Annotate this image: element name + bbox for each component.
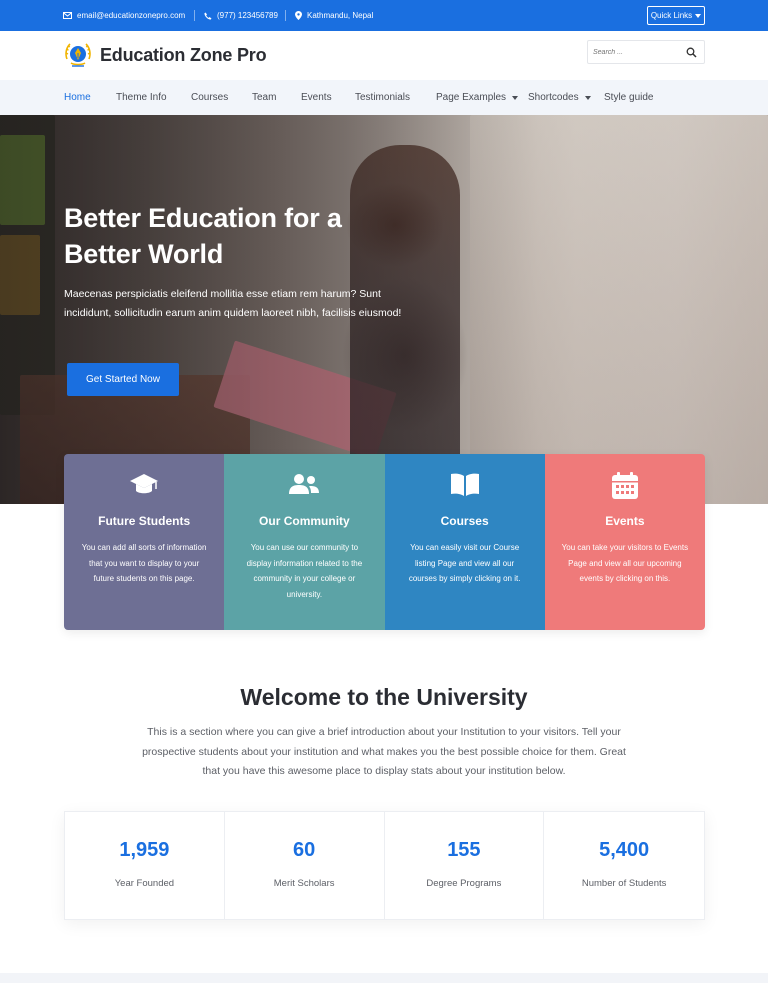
top-bar: email@educationzonepro.com (977) 1234567… xyxy=(0,0,768,31)
card-text: You can use our community to display inf… xyxy=(246,543,363,599)
card-title: Courses xyxy=(440,514,489,528)
nav-label: Home xyxy=(64,92,91,103)
phone-text: (977) 123456789 xyxy=(217,11,278,20)
nav-label: Theme Info xyxy=(116,92,167,103)
search-box xyxy=(587,40,705,64)
card-events[interactable]: Events You can take your visitors to Eve… xyxy=(544,454,705,630)
location-info: Kathmandu, Nepal xyxy=(295,0,373,31)
stat-item: 1,959 Year Founded xyxy=(65,812,225,919)
nav-label: Shortcodes xyxy=(528,92,579,103)
main-nav: Home Theme Info Courses Team Events Test… xyxy=(0,80,768,115)
stat-value: 1,959 xyxy=(119,839,170,861)
chevron-down-icon xyxy=(512,95,519,100)
feature-cards: Future Students You can add all sorts of… xyxy=(64,454,705,630)
nav-label: Courses xyxy=(191,92,229,103)
section-intro: This is a section where you can give a b… xyxy=(142,726,626,777)
stat-value: 155 xyxy=(447,839,481,861)
nav-item-page-examples[interactable]: Page Examples xyxy=(436,80,519,115)
email-info[interactable]: email@educationzonepro.com xyxy=(63,0,185,31)
book-icon xyxy=(450,473,479,496)
nav-item-team[interactable]: Team xyxy=(252,80,276,115)
location-text: Kathmandu, Nepal xyxy=(307,11,374,20)
stat-label: Merit Scholars xyxy=(273,878,335,889)
graduation-cap-icon xyxy=(130,474,159,494)
nav-label: Events xyxy=(301,92,332,103)
card-future-students[interactable]: Future Students You can add all sorts of… xyxy=(64,454,225,630)
hero-banner: Better Education for a Better World Maec… xyxy=(0,115,768,504)
users-icon xyxy=(289,474,320,494)
stat-value: 60 xyxy=(293,839,316,861)
nav-label: Page Examples xyxy=(436,92,507,103)
nav-label: Team xyxy=(252,92,277,103)
chevron-down-icon xyxy=(584,95,591,100)
calendar-icon xyxy=(611,472,638,499)
nav-item-shortcodes[interactable]: Shortcodes xyxy=(528,80,591,115)
search-input[interactable] xyxy=(593,48,683,56)
get-started-button[interactable]: Get Started Now xyxy=(67,363,179,396)
email-text: email@educationzonepro.com xyxy=(77,11,186,20)
card-title: Future Students xyxy=(98,514,191,528)
logo-icon[interactable] xyxy=(62,39,94,71)
nav-item-testimonials[interactable]: Testimonials xyxy=(355,80,410,115)
phone-info[interactable]: (977) 123456789 xyxy=(204,0,278,31)
stat-item: 5,400 Number of Students xyxy=(544,812,704,919)
card-text: You can easily visit our Course listing … xyxy=(408,543,521,583)
stats-panel: 1,959 Year Founded 60 Merit Scholars 155… xyxy=(64,811,705,920)
site-header: Education Zone Pro xyxy=(0,31,768,80)
card-text: You can take your visitors to Events Pag… xyxy=(561,543,689,583)
nav-item-events[interactable]: Events xyxy=(301,80,332,115)
divider xyxy=(285,10,286,21)
stat-label: Degree Programs xyxy=(426,878,502,889)
stat-item: 155 Degree Programs xyxy=(385,812,545,919)
quick-links-button[interactable]: Quick Links xyxy=(647,6,705,25)
card-title: Events xyxy=(605,514,645,528)
nav-item-courses[interactable]: Courses xyxy=(191,80,228,115)
site-title[interactable]: Education Zone Pro xyxy=(100,45,267,66)
section-title: Welcome to the University xyxy=(240,684,528,710)
chevron-down-icon xyxy=(695,13,702,18)
nav-item-style-guide[interactable]: Style guide xyxy=(604,80,653,115)
phone-icon xyxy=(204,12,212,20)
quick-links-label: Quick Links xyxy=(650,11,693,20)
stat-label: Number of Students xyxy=(581,878,667,889)
map-pin-icon xyxy=(295,11,302,20)
hero-text: Maecenas perspiciatis eleifend mollitia … xyxy=(64,288,402,319)
search-icon[interactable] xyxy=(686,47,697,58)
stat-label: Year Founded xyxy=(114,878,175,889)
card-courses[interactable]: Courses You can easily visit our Course … xyxy=(384,454,545,630)
card-our-community[interactable]: Our Community You can use our community … xyxy=(224,454,385,630)
footer-strip xyxy=(0,973,768,983)
nav-label: Testimonials xyxy=(355,92,411,103)
nav-item-home[interactable]: Home xyxy=(64,80,91,115)
hero-title: Better Education for a Better World xyxy=(64,203,342,269)
divider xyxy=(194,10,195,21)
nav-label: Style guide xyxy=(604,92,654,103)
stat-value: 5,400 xyxy=(599,839,650,861)
card-title: Our Community xyxy=(259,514,350,528)
card-text: You can add all sorts of information tha… xyxy=(81,543,207,583)
nav-item-theme-info[interactable]: Theme Info xyxy=(116,80,167,115)
mail-icon xyxy=(63,12,72,19)
stat-item: 60 Merit Scholars xyxy=(225,812,385,919)
